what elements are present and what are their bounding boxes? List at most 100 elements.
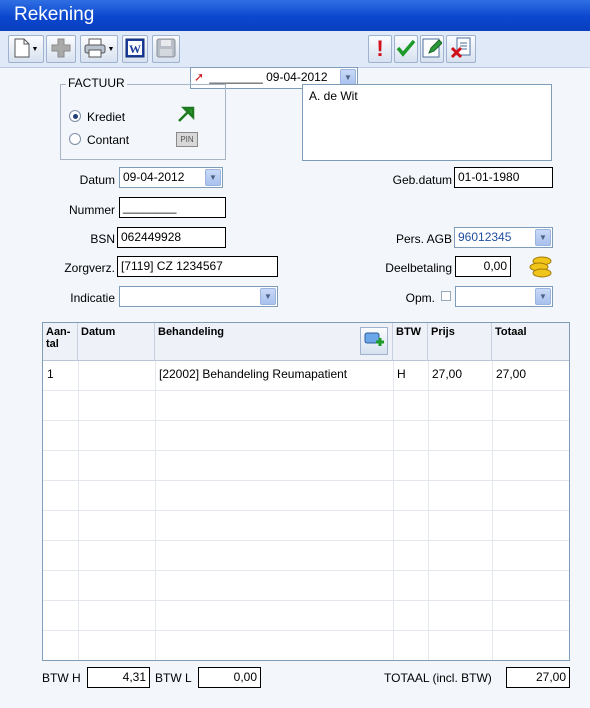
column-divider bbox=[155, 361, 156, 660]
toolbar: ▼ ▼ W ➚ ________ 09-04-2012 ▼ ! bbox=[0, 31, 590, 89]
chevron-down-icon[interactable]: ▼ bbox=[260, 288, 276, 305]
row-divider bbox=[43, 600, 569, 601]
opm-label: Opm. bbox=[405, 291, 435, 305]
word-icon: W bbox=[125, 38, 145, 61]
agb-label: Pers. AGB bbox=[395, 232, 452, 246]
add-treatment-icon bbox=[363, 329, 385, 354]
row-divider bbox=[43, 510, 569, 511]
btw-l-label: BTW L bbox=[155, 671, 192, 685]
indicatie-combo[interactable]: ▼ bbox=[119, 286, 278, 307]
gebdatum-label: Geb.datum bbox=[392, 173, 452, 187]
btw-h-value: 4,31 bbox=[122, 670, 146, 684]
bsn-label: BSN bbox=[90, 232, 115, 246]
bsn-field[interactable]: 062449928 bbox=[117, 227, 226, 248]
column-header-aantal[interactable]: Aan- tal bbox=[43, 323, 78, 361]
nummer-field[interactable]: ________ bbox=[119, 197, 226, 218]
exclamation-icon: ! bbox=[376, 36, 384, 61]
word-export-button[interactable]: W bbox=[122, 35, 148, 63]
edit-icon bbox=[422, 38, 443, 61]
column-header-behandeling-label: Behandeling bbox=[158, 326, 225, 338]
cell-prijs: 27,00 bbox=[432, 367, 463, 381]
row-divider bbox=[43, 630, 569, 631]
edit-button[interactable] bbox=[420, 35, 444, 63]
column-header-datum[interactable]: Datum bbox=[78, 323, 155, 361]
save-button[interactable] bbox=[152, 35, 180, 63]
alert-button[interactable]: ! bbox=[368, 35, 392, 63]
indicatie-label: Indicatie bbox=[70, 291, 115, 305]
column-divider bbox=[393, 361, 394, 660]
zorgverz-field[interactable]: [7119] CZ 1234567 bbox=[117, 256, 278, 277]
svg-text:W: W bbox=[129, 42, 141, 56]
factuur-group bbox=[60, 84, 226, 160]
opm-combo[interactable]: ▼ bbox=[455, 286, 553, 307]
totaal-label: TOTAAL (incl. BTW) bbox=[384, 671, 492, 685]
check-icon bbox=[396, 38, 416, 61]
row-divider bbox=[43, 480, 569, 481]
row-divider bbox=[43, 450, 569, 451]
pin-button[interactable]: PIN bbox=[176, 132, 198, 147]
datum-value: 09-04-2012 bbox=[123, 170, 185, 184]
pin-label: PIN bbox=[180, 135, 194, 144]
row-divider bbox=[43, 540, 569, 541]
table-row[interactable]: 1 [22002] Behandeling Reumapatient H 27,… bbox=[43, 361, 569, 390]
patient-name-box[interactable]: A. de Wit bbox=[302, 84, 552, 161]
radio-krediet-label: Krediet bbox=[87, 110, 126, 124]
column-header-behandeling[interactable]: Behandeling bbox=[155, 323, 393, 361]
chevron-down-icon[interactable]: ▼ bbox=[205, 169, 221, 186]
column-header-prijs[interactable]: Prijs bbox=[428, 323, 492, 361]
new-document-icon bbox=[14, 38, 30, 61]
coins-icon[interactable] bbox=[528, 254, 554, 281]
new-document-button[interactable]: ▼ bbox=[8, 35, 44, 63]
print-button[interactable]: ▼ bbox=[80, 35, 118, 63]
save-icon bbox=[156, 38, 176, 61]
chevron-down-icon[interactable]: ▼ bbox=[535, 229, 551, 246]
cell-totaal: 27,00 bbox=[496, 367, 527, 381]
delete-button[interactable] bbox=[446, 35, 476, 63]
row-divider bbox=[43, 420, 569, 421]
add-button[interactable] bbox=[46, 35, 76, 63]
cell-behandeling: [22002] Behandeling Reumapatient bbox=[159, 367, 348, 381]
row-divider bbox=[43, 390, 569, 391]
datum-combo[interactable]: 09-04-2012 ▼ bbox=[119, 167, 223, 188]
row-divider bbox=[43, 570, 569, 571]
column-divider bbox=[78, 361, 79, 660]
chevron-down-icon: ▼ bbox=[31, 45, 39, 53]
radio-contant-label: Contant bbox=[87, 133, 130, 147]
date-selector-value: ________ 09-04-2012 bbox=[209, 70, 328, 84]
gebdatum-field[interactable]: 01-01-1980 bbox=[454, 167, 553, 188]
window-title: Rekening bbox=[14, 4, 95, 25]
radio-contant[interactable] bbox=[69, 133, 81, 145]
gebdatum-value: 01-01-1980 bbox=[458, 170, 520, 184]
print-icon bbox=[84, 38, 106, 61]
nummer-value: ________ bbox=[123, 200, 177, 214]
radio-krediet[interactable] bbox=[69, 110, 81, 122]
invoice-lines-table[interactable]: Aan- tal Datum Behandeling BTW Prijs Tot… bbox=[42, 322, 570, 661]
agb-combo[interactable]: 96012345 ▼ bbox=[454, 227, 553, 248]
confirm-button[interactable] bbox=[394, 35, 418, 63]
deelbetaling-field[interactable]: 0,00 bbox=[455, 256, 511, 277]
add-icon bbox=[51, 38, 71, 61]
delete-document-icon bbox=[450, 37, 472, 62]
green-arrow-icon[interactable] bbox=[176, 104, 196, 127]
bsn-value: 062449928 bbox=[121, 230, 182, 244]
btw-l-field: 0,00 bbox=[198, 667, 261, 688]
factuur-legend: FACTUUR bbox=[66, 76, 127, 90]
agb-value: 96012345 bbox=[458, 230, 512, 244]
window-title-bar[interactable]: Rekening bbox=[0, 0, 590, 31]
nummer-label: Nummer bbox=[68, 203, 115, 217]
column-divider bbox=[428, 361, 429, 660]
btw-h-field: 4,31 bbox=[87, 667, 150, 688]
chevron-down-icon: ▼ bbox=[107, 45, 115, 53]
chevron-down-icon[interactable]: ▼ bbox=[535, 288, 551, 305]
column-header-btw[interactable]: BTW bbox=[393, 323, 428, 361]
zorgverz-value: [7119] CZ 1234567 bbox=[121, 259, 223, 273]
deelbetaling-value: 0,00 bbox=[483, 259, 507, 273]
opm-checkbox[interactable] bbox=[441, 291, 451, 301]
flag-icon: ➚ bbox=[194, 70, 205, 84]
totaal-field: 27,00 bbox=[506, 667, 570, 688]
patient-name: A. de Wit bbox=[309, 89, 358, 103]
column-header-totaal[interactable]: Totaal bbox=[492, 323, 569, 361]
btw-l-value: 0,00 bbox=[233, 670, 257, 684]
cell-aantal: 1 bbox=[47, 367, 54, 381]
add-treatment-button[interactable] bbox=[360, 327, 388, 355]
